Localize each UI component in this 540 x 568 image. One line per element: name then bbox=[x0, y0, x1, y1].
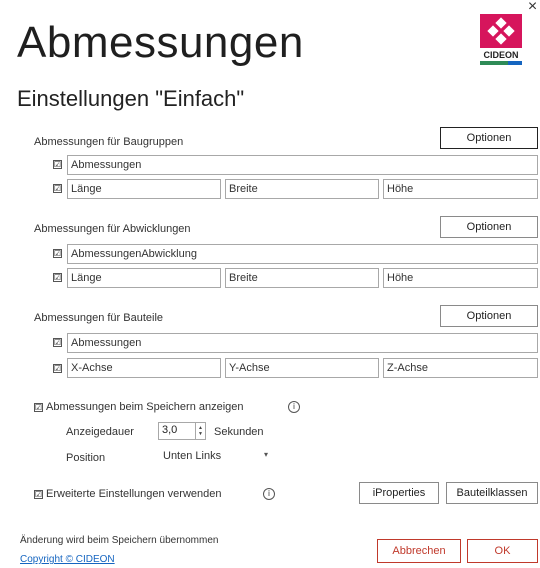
checkbox-bauteile-name[interactable]: ☑ bbox=[53, 338, 62, 347]
display-duration-unit: Sekunden bbox=[214, 426, 264, 438]
show-on-save-label: Abmessungen beim Speichern anzeigen bbox=[46, 401, 244, 413]
section-label-abwicklungen: Abmessungen für Abwicklungen bbox=[34, 223, 191, 235]
height-field-baugruppen[interactable]: Höhe bbox=[383, 179, 538, 199]
save-note: Änderung wird beim Speichern übernommen bbox=[20, 535, 219, 546]
display-duration-value: 3,0 bbox=[162, 424, 178, 436]
name-field-bauteile[interactable]: Abmessungen bbox=[67, 333, 538, 353]
checkbox-bauteile-axes[interactable]: ☑ bbox=[53, 364, 62, 373]
logo-text: CIDEON bbox=[483, 50, 518, 60]
checkbox-abwicklungen-name[interactable]: ☑ bbox=[53, 249, 62, 258]
checkbox-baugruppen-name[interactable]: ☑ bbox=[53, 160, 62, 169]
position-label: Position bbox=[66, 452, 106, 464]
cideon-logo: CIDEON bbox=[480, 14, 522, 66]
spin-down-icon[interactable]: ▼ bbox=[198, 431, 203, 437]
iproperties-button[interactable]: iProperties bbox=[359, 482, 439, 504]
section-label-baugruppen: Abmessungen für Baugruppen bbox=[34, 136, 184, 148]
length-field-baugruppen[interactable]: Länge bbox=[67, 179, 221, 199]
display-duration-stepper[interactable]: 3,0 ▲ ▼ bbox=[158, 422, 206, 440]
display-duration-label: Anzeigedauer bbox=[66, 426, 134, 438]
name-field-abwicklungen[interactable]: AbmessungenAbwicklung bbox=[67, 244, 538, 264]
length-field-abwicklungen[interactable]: Länge bbox=[67, 268, 221, 288]
checkbox-baugruppen-dims[interactable]: ☑ bbox=[53, 184, 62, 193]
extended-settings-label: Erweiterte Einstellungen verwenden bbox=[46, 488, 222, 500]
width-field-abwicklungen[interactable]: Breite bbox=[225, 268, 379, 288]
section-label-bauteile: Abmessungen für Bauteile bbox=[34, 312, 164, 324]
options-button-bauteile[interactable]: Optionen bbox=[440, 305, 538, 327]
checkbox-show-on-save[interactable]: ☑ bbox=[34, 403, 43, 412]
width-field-baugruppen[interactable]: Breite bbox=[225, 179, 379, 199]
chevron-down-icon: ▾ bbox=[263, 450, 268, 459]
x-axis-field-bauteile[interactable]: X-Achse bbox=[67, 358, 221, 378]
name-field-baugruppen[interactable]: Abmessungen bbox=[67, 155, 538, 175]
checkbox-extended-settings[interactable]: ☑ bbox=[34, 490, 43, 499]
page-subtitle: Einstellungen "Einfach" bbox=[17, 86, 245, 111]
copyright-link[interactable]: Copyright © CIDEON bbox=[20, 554, 115, 565]
close-icon[interactable]: × bbox=[525, 0, 540, 16]
options-button-abwicklungen[interactable]: Optionen bbox=[440, 216, 538, 238]
checkbox-abwicklungen-dims[interactable]: ☑ bbox=[53, 273, 62, 282]
component-classes-button[interactable]: Bauteilklassen bbox=[446, 482, 538, 504]
position-select[interactable]: Unten Links ▾ bbox=[158, 447, 274, 467]
cancel-button[interactable]: Abbrechen bbox=[377, 539, 461, 563]
options-button-baugruppen[interactable]: Optionen bbox=[440, 127, 538, 149]
page-title: Abmessungen bbox=[17, 18, 304, 67]
info-icon-show-on-save[interactable]: i bbox=[288, 401, 300, 413]
height-field-abwicklungen[interactable]: Höhe bbox=[383, 268, 538, 288]
info-icon-extended[interactable]: i bbox=[263, 488, 275, 500]
ok-button[interactable]: OK bbox=[467, 539, 538, 563]
z-axis-field-bauteile[interactable]: Z-Achse bbox=[383, 358, 538, 378]
y-axis-field-bauteile[interactable]: Y-Achse bbox=[225, 358, 379, 378]
position-value: Unten Links bbox=[163, 450, 222, 462]
cideon-logo-graphic: CIDEON bbox=[480, 14, 522, 65]
